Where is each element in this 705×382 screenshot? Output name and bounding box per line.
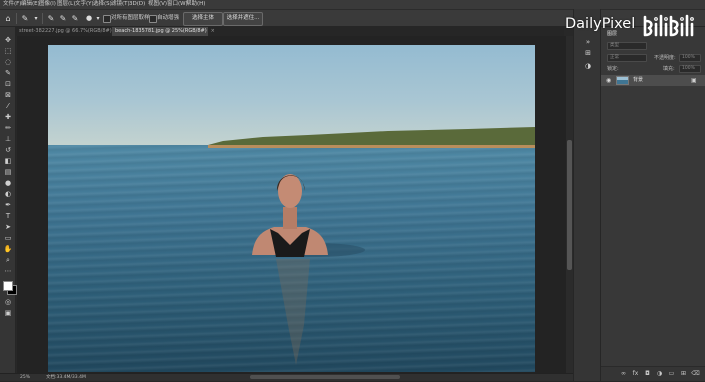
subtract-from-selection-icon[interactable]: ✎ xyxy=(70,13,80,23)
sample-all-layers-checkbox[interactable] xyxy=(103,15,111,23)
chevron-down-icon[interactable]: ▾ xyxy=(31,13,41,23)
menu-edit[interactable]: 编辑(E) xyxy=(21,0,40,9)
distant-island xyxy=(208,127,535,146)
menu-help[interactable]: 帮助(H) xyxy=(186,0,205,9)
home-icon[interactable]: ⌂ xyxy=(3,13,13,23)
hand-tool-icon[interactable]: ✋ xyxy=(3,245,13,254)
new-layer-icon[interactable]: ⊞ xyxy=(679,370,688,378)
gradient-tool-icon[interactable]: ▤ xyxy=(3,168,13,177)
adjustment-layer-icon[interactable]: ◑ xyxy=(655,370,664,378)
add-to-selection-icon[interactable]: ✎ xyxy=(58,13,68,23)
brush-tool-icon[interactable]: ✏ xyxy=(3,124,13,133)
layer-style-icon[interactable]: fx xyxy=(631,370,640,378)
lock-label: 锁定: xyxy=(607,66,619,72)
crop-tool-icon[interactable]: ⊡ xyxy=(3,80,13,89)
chevron-down-icon[interactable]: ▾ xyxy=(93,13,103,23)
history-brush-icon[interactable]: ↺ xyxy=(3,146,13,155)
screen-mode-icon[interactable]: ▣ xyxy=(3,309,13,318)
lock-icon[interactable]: ▣ xyxy=(691,75,697,86)
menu-layer[interactable]: 图层(L) xyxy=(57,0,75,9)
frame-tool-icon[interactable]: ⊠ xyxy=(3,91,13,100)
menu-3d[interactable]: 3D(D) xyxy=(129,0,145,9)
fill-input[interactable]: 100% xyxy=(679,65,701,73)
layer-kind-filter[interactable]: 类型 xyxy=(607,42,647,50)
woman-neck xyxy=(283,207,297,229)
dodge-tool-icon[interactable]: ◐ xyxy=(3,190,13,199)
menu-file[interactable]: 文件(F) xyxy=(3,0,21,9)
bilibili-logo xyxy=(643,14,694,37)
healing-brush-icon[interactable]: ✚ xyxy=(3,113,13,122)
tab-beach[interactable]: beach-1835781.jpg @ 25%(RGB/8#) × xyxy=(112,27,215,36)
menu-window[interactable]: 窗口(W) xyxy=(167,0,188,9)
quick-select-tool-icon[interactable]: ✎ xyxy=(3,69,13,78)
menu-image[interactable]: 图像(I) xyxy=(39,0,56,9)
island-cliffs xyxy=(208,145,535,148)
menu-bar: 文件(F) 编辑(E) 图像(I) 图层(L) 文字(Y) 选择(S) 滤镜(T… xyxy=(0,0,705,9)
auto-enhance-checkbox[interactable] xyxy=(149,15,157,23)
foreground-color-swatch[interactable] xyxy=(3,281,13,291)
layer-name: 背景 xyxy=(633,77,644,83)
fill-label: 填充: xyxy=(663,66,675,72)
vertical-scroll-thumb[interactable] xyxy=(567,140,572,270)
eyedropper-tool-icon[interactable]: ⁄ xyxy=(3,102,13,111)
watermark-text: DailyPixel xyxy=(565,16,636,32)
menu-filter[interactable]: 滤镜(T) xyxy=(111,0,130,9)
lasso-tool-icon[interactable]: ◌ xyxy=(3,58,13,67)
sample-all-layers-label: 对所有图层取样 xyxy=(111,15,150,21)
rectangle-tool-icon[interactable]: ▭ xyxy=(3,234,13,243)
menu-type[interactable]: 文字(Y) xyxy=(75,0,94,9)
panel-collapse-icon[interactable]: » xyxy=(582,37,594,47)
opacity-input[interactable]: 100% xyxy=(679,54,701,62)
stamp-tool-icon[interactable]: ⊥ xyxy=(3,135,13,144)
panel-icon-strip: » ⊞ ◑ xyxy=(573,9,601,381)
divider xyxy=(16,13,17,24)
zoom-tool-icon[interactable]: ⌕ xyxy=(3,256,13,265)
menu-view[interactable]: 视图(V) xyxy=(148,0,167,9)
tab-label: beach-1835781.jpg @ 25%(RGB/8#) xyxy=(115,28,207,34)
menu-select[interactable]: 选择(S) xyxy=(93,0,112,9)
new-selection-brush-icon[interactable]: ✎ xyxy=(46,13,56,23)
delete-layer-icon[interactable]: ⌫ xyxy=(691,370,700,378)
tab-label: street-382227.jpg @ 66.7%(RGB/8#) xyxy=(19,28,112,34)
type-tool-icon[interactable]: T xyxy=(3,212,13,221)
link-layers-icon[interactable]: ∞ xyxy=(619,370,628,378)
layers-panel-footer: ∞ fx ◘ ◑ ▭ ⊞ ⌫ xyxy=(601,366,705,381)
eraser-tool-icon[interactable]: ◧ xyxy=(3,157,13,166)
move-tool-icon[interactable]: ✥ xyxy=(3,36,13,45)
path-select-icon[interactable]: ➤ xyxy=(3,223,13,232)
adjustments-icon[interactable]: ◑ xyxy=(582,61,594,71)
close-icon[interactable]: × xyxy=(211,28,215,34)
horizontal-scroll-thumb[interactable] xyxy=(250,375,400,379)
quick-mask-icon[interactable]: ◎ xyxy=(3,298,13,307)
pen-tool-icon[interactable]: ✒ xyxy=(3,201,13,210)
layer-thumbnail xyxy=(616,76,629,85)
blend-mode-select[interactable]: 正常 xyxy=(607,54,647,62)
document-tab-bar: street-382227.jpg @ 66.7%(RGB/8#)× beach… xyxy=(16,27,564,36)
new-group-icon[interactable]: ▭ xyxy=(667,370,676,378)
select-and-mask-button[interactable]: 选择并遮住... xyxy=(223,12,263,26)
properties-icon[interactable]: ⊞ xyxy=(582,48,594,58)
blur-tool-icon[interactable]: ● xyxy=(3,179,13,188)
document-image[interactable] xyxy=(48,45,535,372)
woman-reflection xyxy=(276,259,310,365)
tab-street[interactable]: street-382227.jpg @ 66.7%(RGB/8#)× xyxy=(16,27,120,36)
marquee-tool-icon[interactable]: ⬚ xyxy=(3,47,13,56)
quick-select-icon[interactable]: ✎ xyxy=(20,13,30,23)
more-tools-icon[interactable]: ⋯ xyxy=(3,267,13,276)
auto-enhance-label: 自动增强 xyxy=(157,15,180,21)
tools-panel: ✥ ⬚ ◌ ✎ ⊡ ⊠ ⁄ ✚ ✏ ⊥ ↺ ◧ ▤ ● ◐ ✒ T ➤ ▭ ✋ … xyxy=(0,27,17,373)
eye-icon[interactable]: ◉ xyxy=(606,75,611,86)
photo-scene xyxy=(208,127,535,365)
select-subject-button[interactable]: 选择主体 xyxy=(183,12,223,26)
add-mask-icon[interactable]: ◘ xyxy=(643,370,652,378)
opacity-label: 不透明度: xyxy=(654,55,676,61)
divider xyxy=(42,13,43,24)
